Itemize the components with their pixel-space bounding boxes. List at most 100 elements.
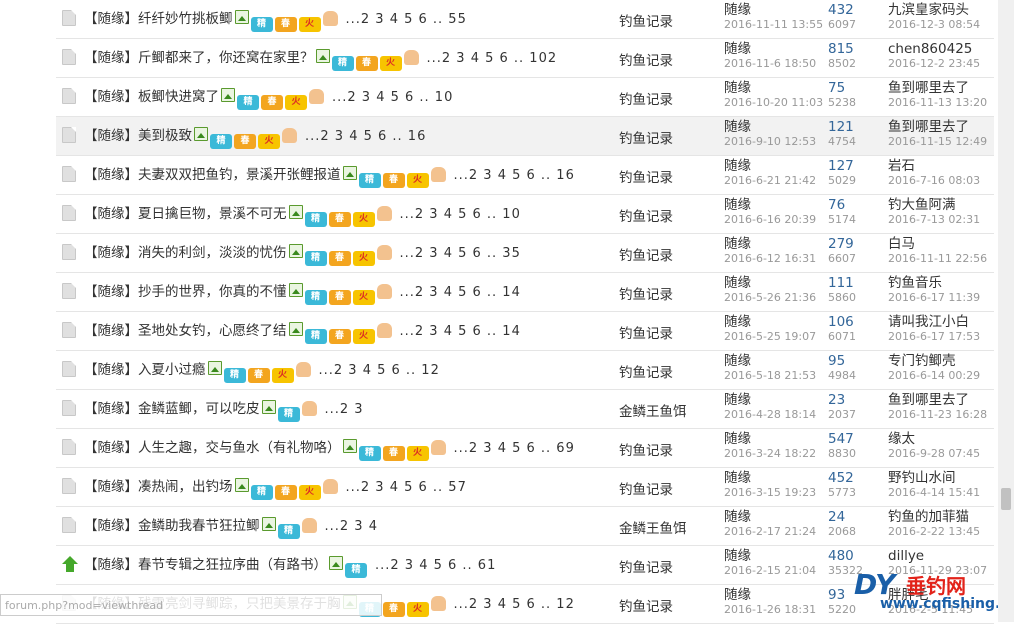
last-post-date[interactable]: 2016-12-3 08:54 — [888, 18, 980, 32]
thread-title-link[interactable]: 夏日擒巨物，景溪不可无 — [138, 206, 287, 222]
thread-title[interactable]: 【随缘】金鳞助我春节狂拉鲫 精 ...2 3 4 — [84, 517, 378, 539]
last-post-user[interactable]: 鱼到哪里去了 — [888, 80, 969, 96]
table-row[interactable]: 【随缘】消失的利剑，淡淡的忧伤 精春火 ...2 3 4 5 6 .. 35 钓鱼记录… — [56, 234, 994, 273]
forum-link[interactable]: 钓鱼记录 — [619, 88, 673, 108]
forum-link[interactable]: 钓鱼记录 — [619, 283, 673, 303]
thread-pagination[interactable]: ...2 3 4 5 6 .. 69 — [454, 441, 575, 456]
last-post-user[interactable]: 鱼到哪里去了 — [888, 392, 969, 408]
reply-count[interactable]: 24 — [828, 509, 845, 525]
thread-title[interactable]: 【随缘】斤鲫都来了，你还窝在家里？ 精春火 ...2 3 4 5 6 .. 102 — [84, 49, 557, 71]
thread-category[interactable]: 【随缘】 — [84, 128, 138, 144]
thread-title[interactable]: 【随缘】消失的利剑，淡淡的忧伤 精春火 ...2 3 4 5 6 .. 35 — [84, 244, 521, 266]
thread-title[interactable]: 【随缘】金鳞蓝鲫，可以吃皮 精 ...2 3 — [84, 400, 364, 422]
table-row[interactable]: 【随缘】板鲫快进窝了精春火 ...2 3 4 5 6 .. 10 钓鱼记录 随缘 201… — [56, 78, 994, 117]
forum-link[interactable]: 钓鱼记录 — [619, 127, 673, 147]
table-row[interactable]: 【随缘】夫妻双双把鱼钓，景溪开张鲤报道 精春火 ...2 3 4 5 6 .. 16… — [56, 156, 994, 195]
vertical-scrollbar[interactable] — [998, 0, 1014, 622]
reply-count[interactable]: 480 — [828, 548, 854, 564]
thread-title-link[interactable]: 圣地处女钓，心愿终了结 — [138, 323, 287, 339]
author-name[interactable]: 随缘 — [724, 353, 751, 369]
last-post-date[interactable]: 2016-12-2 23:45 — [888, 57, 980, 71]
thread-category[interactable]: 【随缘】 — [84, 50, 138, 66]
forum-link[interactable]: 钓鱼记录 — [619, 478, 673, 498]
last-post-user[interactable]: 鱼到哪里去了 — [888, 119, 969, 135]
forum-link[interactable]: 钓鱼记录 — [619, 166, 673, 186]
last-post-date[interactable]: 2016-6-17 17:53 — [888, 330, 980, 344]
thread-category[interactable]: 【随缘】 — [84, 557, 138, 573]
reply-count[interactable]: 121 — [828, 119, 854, 135]
thread-pagination[interactable]: ...2 3 4 5 6 .. 14 — [400, 324, 521, 339]
thread-pagination[interactable]: ...2 3 4 5 6 .. 12 — [454, 597, 575, 612]
thread-title[interactable]: 【随缘】凑热闹，出钓场 精春火 ...2 3 4 5 6 .. 57 — [84, 478, 467, 500]
thread-pagination[interactable]: ...2 3 4 5 6 .. 16 — [305, 129, 426, 144]
thread-pagination[interactable]: ...2 3 4 5 6 .. 12 — [319, 363, 440, 378]
thread-pagination[interactable]: ...2 3 4 — [325, 519, 378, 534]
reply-count[interactable]: 93 — [828, 587, 845, 603]
thread-category[interactable]: 【随缘】 — [84, 284, 138, 300]
last-post-date[interactable]: 2016-11-11 22:56 — [888, 252, 987, 266]
thread-pagination[interactable]: ...2 3 4 5 6 .. 14 — [400, 285, 521, 300]
thread-title-link[interactable]: 春节专辑之狂拉序曲（有路书） — [138, 557, 327, 573]
thread-title[interactable]: 【随缘】人生之趣，交与鱼水（有礼物咯） 精春火 ...2 3 4 5 6 .. 69 — [84, 439, 575, 461]
thread-title-link[interactable]: 美到极致 — [138, 128, 192, 144]
thread-category[interactable]: 【随缘】 — [84, 440, 138, 456]
scrollbar-thumb[interactable] — [1001, 488, 1011, 510]
forum-link[interactable]: 钓鱼记录 — [619, 10, 673, 30]
table-row[interactable]: 【随缘】夏日擒巨物，景溪不可无 精春火 ...2 3 4 5 6 .. 10 钓鱼记录… — [56, 195, 994, 234]
thread-pagination[interactable]: ...2 3 4 5 6 .. 57 — [346, 480, 467, 495]
forum-link[interactable]: 金鳞王鱼饵 — [619, 400, 687, 420]
reply-count[interactable]: 23 — [828, 392, 845, 408]
thread-title-link[interactable]: 夫妻双双把鱼钓，景溪开张鲤报道 — [138, 167, 341, 183]
last-post-user[interactable]: 钓鱼的加菲猫 — [888, 509, 969, 525]
thread-category[interactable]: 【随缘】 — [84, 362, 138, 378]
thread-pagination[interactable]: ...2 3 4 5 6 .. 55 — [346, 12, 467, 27]
reply-count[interactable]: 111 — [828, 275, 854, 291]
last-post-user[interactable]: chen860425 — [888, 41, 972, 57]
reply-count[interactable]: 95 — [828, 353, 845, 369]
last-post-user[interactable]: 九滨皇家码头 — [888, 2, 969, 18]
thread-title[interactable]: 【随缘】纤纤妙竹挑板鲫 精春火 ...2 3 4 5 6 .. 55 — [84, 10, 467, 32]
thread-category[interactable]: 【随缘】 — [84, 323, 138, 339]
thread-title-link[interactable]: 金鳞助我春节狂拉鲫 — [138, 518, 260, 534]
author-name[interactable]: 随缘 — [724, 548, 751, 564]
thread-category[interactable]: 【随缘】 — [84, 245, 138, 261]
author-name[interactable]: 随缘 — [724, 119, 751, 135]
forum-link[interactable]: 钓鱼记录 — [619, 49, 673, 69]
forum-link[interactable]: 钓鱼记录 — [619, 322, 673, 342]
last-post-user[interactable]: 岩石 — [888, 158, 915, 174]
thread-title[interactable]: 【随缘】夫妻双双把鱼钓，景溪开张鲤报道 精春火 ...2 3 4 5 6 .. 16 — [84, 166, 575, 188]
author-name[interactable]: 随缘 — [724, 236, 751, 252]
forum-link[interactable]: 钓鱼记录 — [619, 244, 673, 264]
author-name[interactable]: 随缘 — [724, 470, 751, 486]
thread-title-link[interactable]: 斤鲫都来了，你还窝在家里？ — [138, 50, 314, 66]
thread-category[interactable]: 【随缘】 — [84, 11, 138, 27]
reply-count[interactable]: 452 — [828, 470, 854, 486]
last-post-user[interactable]: 白马 — [888, 236, 915, 252]
table-row[interactable]: 【随缘】圣地处女钓，心愿终了结 精春火 ...2 3 4 5 6 .. 14 钓鱼记录… — [56, 312, 994, 351]
forum-link[interactable]: 钓鱼记录 — [619, 439, 673, 459]
thread-title-link[interactable]: 入夏小过瘾 — [138, 362, 206, 378]
thread-title[interactable]: 【随缘】抄手的世界，你真的不懂 精春火 ...2 3 4 5 6 .. 14 — [84, 283, 521, 305]
thread-pagination[interactable]: ...2 3 4 5 6 .. 10 — [332, 90, 453, 105]
thread-title-link[interactable]: 人生之趣，交与鱼水（有礼物咯） — [138, 440, 341, 456]
author-name[interactable]: 随缘 — [724, 431, 751, 447]
last-post-date[interactable]: 2016-4-14 15:41 — [888, 486, 980, 500]
author-name[interactable]: 随缘 — [724, 41, 751, 57]
thread-title-link[interactable]: 消失的利剑，淡淡的忧伤 — [138, 245, 287, 261]
thread-title-link[interactable]: 抄手的世界，你真的不懂 — [138, 284, 287, 300]
last-post-user[interactable]: 钓鱼音乐 — [888, 275, 942, 291]
thread-title-link[interactable]: 金鳞蓝鲫，可以吃皮 — [138, 401, 260, 417]
last-post-date[interactable]: 2016-2-22 13:45 — [888, 525, 980, 539]
thread-pagination[interactable]: ...2 3 4 5 6 .. 102 — [427, 51, 558, 66]
table-row[interactable]: 【随缘】金鳞助我春节狂拉鲫 精 ...2 3 4 金鳞王鱼饵 随缘 2016-2-17 2… — [56, 507, 994, 546]
reply-count[interactable]: 127 — [828, 158, 854, 174]
forum-link[interactable]: 钓鱼记录 — [619, 361, 673, 381]
thread-pagination[interactable]: ...2 3 4 5 6 .. 10 — [400, 207, 521, 222]
thread-category[interactable]: 【随缘】 — [84, 167, 138, 183]
last-post-user[interactable]: 钓大鱼阿满 — [888, 197, 956, 213]
reply-count[interactable]: 432 — [828, 2, 854, 18]
forum-link[interactable]: 钓鱼记录 — [619, 205, 673, 225]
last-post-date[interactable]: 2016-6-17 11:39 — [888, 291, 980, 305]
forum-link[interactable]: 金鳞王鱼饵 — [619, 517, 687, 537]
author-name[interactable]: 随缘 — [724, 197, 751, 213]
